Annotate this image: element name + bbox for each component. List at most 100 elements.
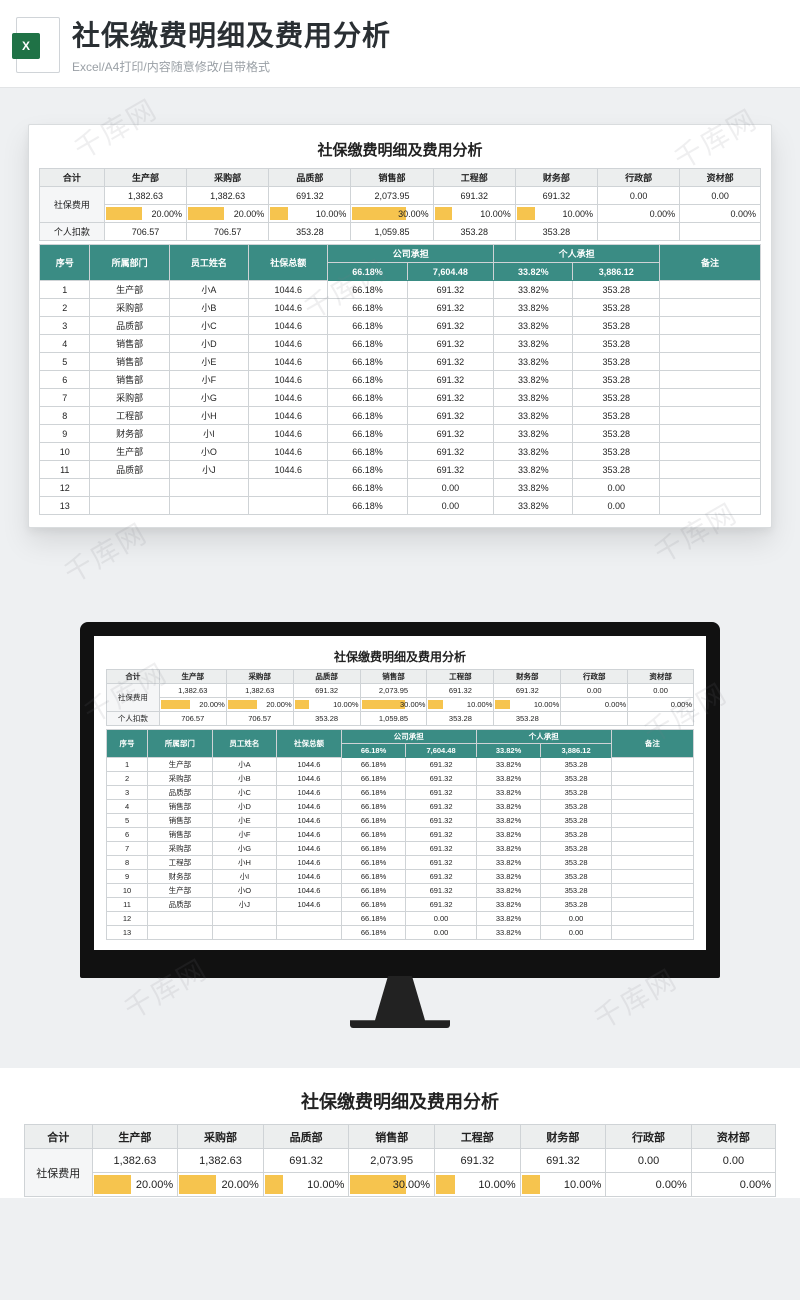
- hdr-dept: 生产部: [104, 169, 186, 187]
- fee-value: 0.00: [691, 1149, 775, 1173]
- fee-value: 2,073.95: [351, 187, 433, 205]
- cell-corp-pct: 66.18%: [328, 335, 407, 353]
- cell-pers-amt: 353.28: [541, 758, 611, 772]
- table-row: 10 生产部 小O 1044.6 66.18% 691.32 33.82% 35…: [107, 884, 694, 898]
- col-name: 员工姓名: [169, 245, 248, 281]
- cell-remark: [611, 758, 693, 772]
- cell-corp-pct: 66.18%: [328, 371, 407, 389]
- col-total: 社保总额: [277, 730, 342, 758]
- cell-name: 小J: [169, 461, 248, 479]
- table-row: 11 品质部 小J 1044.6 66.18% 691.32 33.82% 35…: [40, 461, 761, 479]
- bottom-zoom-crop: 社保缴费明细及费用分析 合计生产部采购部品质部销售部工程部财务部行政部资材部社保…: [0, 1068, 800, 1198]
- sheet-title: 社保缴费明细及费用分析: [106, 646, 694, 669]
- col-corp: 公司承担: [341, 730, 476, 744]
- cell-remark: [659, 443, 760, 461]
- cell-pers-pct: 33.82%: [494, 389, 573, 407]
- fee-percent: 0.00%: [628, 698, 694, 712]
- cell-seq: 9: [40, 425, 90, 443]
- cell-corp-amt: 691.32: [406, 870, 476, 884]
- hdr-dept: 生产部: [92, 1125, 178, 1149]
- cell-seq: 5: [107, 814, 148, 828]
- cell-pers-pct: 33.82%: [476, 786, 541, 800]
- hdr-dept: 品质部: [263, 1125, 349, 1149]
- summary-table: 合计生产部采购部品质部销售部工程部财务部行政部资材部社保费用1,382.631,…: [39, 168, 761, 241]
- table-row: 10 生产部 小O 1044.6 66.18% 691.32 33.82% 35…: [40, 443, 761, 461]
- monitor-mockup: 社保缴费明细及费用分析 合计生产部采购部品质部销售部工程部财务部行政部资材部社保…: [80, 622, 720, 1028]
- cell-pers-pct: 33.82%: [494, 353, 573, 371]
- fee-value: 691.32: [293, 684, 360, 698]
- table-row: 7 采购部 小G 1044.6 66.18% 691.32 33.82% 353…: [107, 842, 694, 856]
- fee-percent: 0.00%: [606, 1173, 692, 1197]
- page-header: X 社保缴费明细及费用分析 Excel/A4打印/内容随意修改/自带格式: [0, 0, 800, 88]
- fee-value: 691.32: [494, 684, 561, 698]
- cell-corp-pct: 66.18%: [328, 443, 407, 461]
- cell-dept: 品质部: [148, 898, 213, 912]
- personal-value: 353.28: [515, 223, 597, 241]
- cell-total: 1044.6: [249, 443, 328, 461]
- cell-corp-amt: 691.32: [406, 772, 476, 786]
- cell-dept: 采购部: [90, 299, 169, 317]
- cell-corp-amt: 691.32: [407, 353, 494, 371]
- cell-name: 小C: [169, 317, 248, 335]
- pers-amt-total: 3,886.12: [541, 744, 611, 758]
- cell-total: 1044.6: [277, 884, 342, 898]
- cell-corp-amt: 0.00: [406, 926, 476, 940]
- cell-seq: 5: [40, 353, 90, 371]
- hdr-dept: 财务部: [520, 1125, 606, 1149]
- cell-total: 1044.6: [277, 800, 342, 814]
- monitor-stand-icon: [350, 976, 450, 1028]
- cell-dept: 采购部: [90, 389, 169, 407]
- cell-total: [277, 912, 342, 926]
- cell-name: 小H: [169, 407, 248, 425]
- personal-value: [598, 223, 680, 241]
- cell-seq: 6: [40, 371, 90, 389]
- cell-remark: [611, 772, 693, 786]
- table-row: 9 财务部 小I 1044.6 66.18% 691.32 33.82% 353…: [107, 870, 694, 884]
- cell-corp-pct: 66.18%: [341, 828, 406, 842]
- hdr-dept: 工程部: [427, 670, 494, 684]
- personal-value: 706.57: [159, 712, 226, 726]
- hdr-dept: 财务部: [515, 169, 597, 187]
- cell-corp-pct: 66.18%: [341, 884, 406, 898]
- col-seq: 序号: [107, 730, 148, 758]
- cell-corp-amt: 691.32: [407, 407, 494, 425]
- cell-pers-pct: 33.82%: [476, 800, 541, 814]
- table-row: 12 66.18% 0.00 33.82% 0.00: [40, 479, 761, 497]
- cell-total: 1044.6: [277, 856, 342, 870]
- cell-remark: [659, 299, 760, 317]
- cell-pers-amt: 353.28: [573, 281, 660, 299]
- cell-corp-amt: 691.32: [407, 299, 494, 317]
- col-dept: 所属部门: [90, 245, 169, 281]
- col-total: 社保总额: [249, 245, 328, 281]
- cell-remark: [659, 479, 760, 497]
- fee-value: 1,382.63: [104, 187, 186, 205]
- fee-value: 691.32: [269, 187, 351, 205]
- col-corp: 公司承担: [328, 245, 494, 263]
- cell-corp-amt: 0.00: [407, 497, 494, 515]
- fee-percent: 20.00%: [187, 205, 269, 223]
- cell-corp-pct: 66.18%: [328, 353, 407, 371]
- cell-seq: 10: [40, 443, 90, 461]
- fee-percent: 10.00%: [427, 698, 494, 712]
- cell-corp-pct: 66.18%: [341, 814, 406, 828]
- cell-name: 小G: [169, 389, 248, 407]
- personal-value: 353.28: [433, 223, 515, 241]
- cell-remark: [659, 425, 760, 443]
- cell-total: 1044.6: [277, 842, 342, 856]
- cell-name: 小D: [169, 335, 248, 353]
- cell-dept: 采购部: [148, 772, 213, 786]
- cell-pers-amt: 353.28: [573, 461, 660, 479]
- col-pers: 个人承担: [494, 245, 660, 263]
- cell-corp-pct: 66.18%: [328, 317, 407, 335]
- cell-total: 1044.6: [277, 772, 342, 786]
- cell-corp-amt: 691.32: [406, 842, 476, 856]
- fee-percent: 20.00%: [226, 698, 293, 712]
- page-title: 社保缴费明细及费用分析: [72, 14, 784, 54]
- cell-seq: 12: [107, 912, 148, 926]
- page-subtitle: Excel/A4打印/内容随意修改/自带格式: [72, 58, 784, 75]
- cell-total: 1044.6: [249, 407, 328, 425]
- fee-value: 691.32: [520, 1149, 606, 1173]
- row-label-personal: 个人扣款: [40, 223, 105, 241]
- cell-pers-pct: 33.82%: [476, 856, 541, 870]
- cell-seq: 11: [107, 898, 148, 912]
